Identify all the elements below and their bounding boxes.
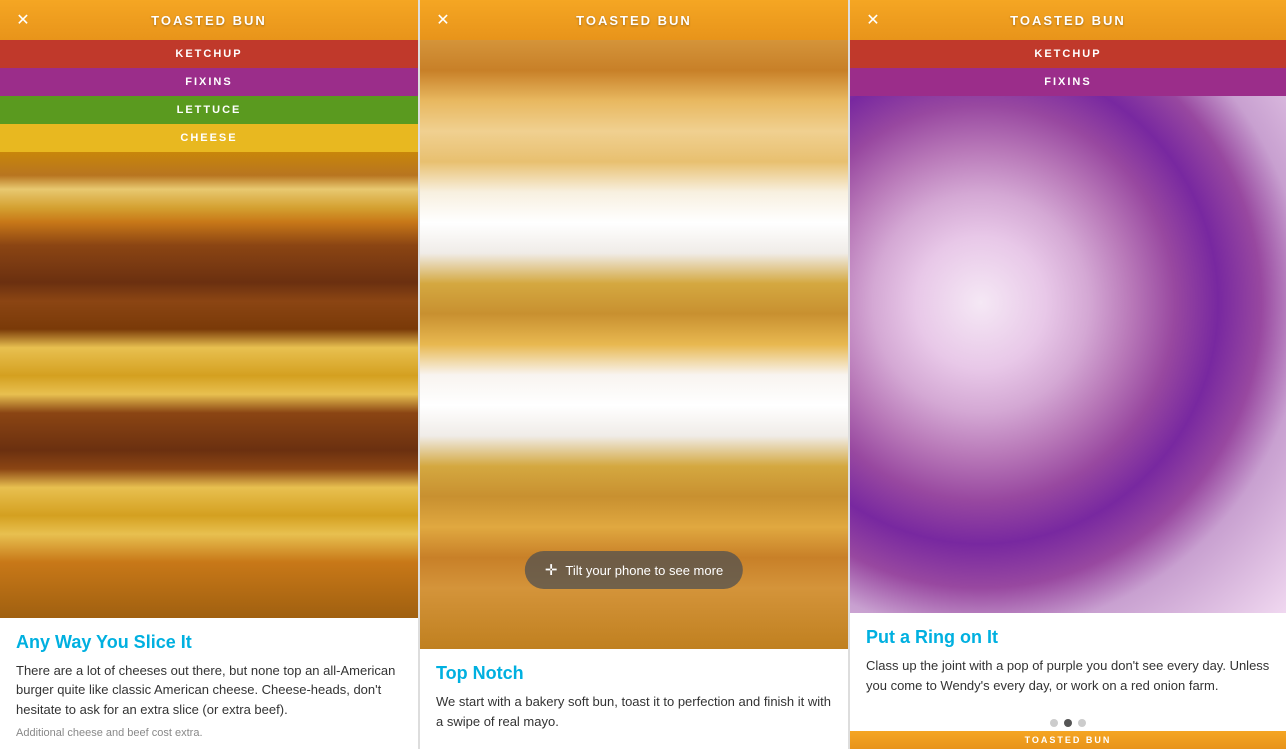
- article-title-left: Any Way You Slice It: [16, 632, 402, 653]
- pagination-dot-1[interactable]: [1064, 719, 1072, 727]
- close-button-left[interactable]: ✕: [12, 9, 34, 31]
- header-bar-right: ✕ TOASTED BUN: [850, 0, 1286, 40]
- pagination-dots: [850, 713, 1286, 731]
- layer-bar-fixins-right[interactable]: FIXINS: [850, 68, 1286, 96]
- article-body-right: Class up the joint with a pop of purple …: [866, 656, 1270, 695]
- pagination-dot-2[interactable]: [1078, 719, 1086, 727]
- layer-bar-lettuce-label-left: LETTUCE: [177, 104, 242, 116]
- header-title-left: TOASTED BUN: [151, 13, 267, 28]
- layer-bar-ketchup-right[interactable]: KETCHUP: [850, 40, 1286, 68]
- panel-right: ✕ TOASTED BUN KETCHUP FIXINS Put a Ring …: [850, 0, 1286, 749]
- food-image-right: [850, 96, 1286, 613]
- close-button-center[interactable]: ✕: [432, 9, 454, 31]
- pagination-dot-0[interactable]: [1050, 719, 1058, 727]
- panel-center: ✕ TOASTED BUN ✛ Tilt your phone to see m…: [420, 0, 850, 749]
- layer-bar-ketchup-left[interactable]: KETCHUP: [0, 40, 418, 68]
- move-icon: ✛: [545, 561, 558, 579]
- text-section-center: Top Notch We start with a bakery soft bu…: [420, 649, 848, 749]
- article-title-right: Put a Ring on It: [866, 627, 1270, 648]
- article-body-center: We start with a bakery soft bun, toast i…: [436, 692, 832, 731]
- layer-bar-fixins-label-left: FIXINS: [185, 76, 232, 88]
- article-body-left: There are a lot of cheeses out there, bu…: [16, 661, 402, 720]
- layer-bars-right: KETCHUP FIXINS: [850, 40, 1286, 96]
- text-section-left: Any Way You Slice It There are a lot of …: [0, 618, 418, 749]
- close-button-right[interactable]: ✕: [862, 9, 884, 31]
- food-image-left: [0, 152, 418, 618]
- layer-bar-lettuce-left[interactable]: LETTUCE: [0, 96, 418, 124]
- header-title-center: TOASTED BUN: [576, 13, 692, 28]
- article-title-center: Top Notch: [436, 663, 832, 684]
- tilt-overlay: ✛ Tilt your phone to see more: [525, 551, 743, 589]
- food-image-center: ✛ Tilt your phone to see more: [420, 40, 848, 649]
- header-title-right: TOASTED BUN: [1010, 13, 1126, 28]
- text-section-right: Put a Ring on It Class up the joint with…: [850, 613, 1286, 713]
- article-footnote-left: Additional cheese and beef cost extra.: [16, 727, 402, 739]
- layer-bar-cheese-label-left: CHEESE: [180, 132, 237, 144]
- onion-image: [850, 96, 1286, 613]
- bottom-strip: TOASTED BUN: [850, 731, 1286, 749]
- burger-image: [0, 152, 418, 618]
- layer-bar-fixins-label-right: FIXINS: [1044, 76, 1091, 88]
- tilt-overlay-text: Tilt your phone to see more: [565, 563, 723, 578]
- layer-bars-left: KETCHUP FIXINS LETTUCE CHEESE: [0, 40, 418, 152]
- bottom-strip-label: TOASTED BUN: [1025, 735, 1112, 745]
- layer-bar-fixins-left[interactable]: FIXINS: [0, 68, 418, 96]
- header-bar-left: ✕ TOASTED BUN: [0, 0, 418, 40]
- layer-bar-cheese-left[interactable]: CHEESE: [0, 124, 418, 152]
- panel-left: ✕ TOASTED BUN KETCHUP FIXINS LETTUCE CHE…: [0, 0, 420, 749]
- layer-bar-ketchup-label-right: KETCHUP: [1034, 48, 1101, 60]
- header-bar-center: ✕ TOASTED BUN: [420, 0, 848, 40]
- layer-bar-ketchup-label-left: KETCHUP: [175, 48, 242, 60]
